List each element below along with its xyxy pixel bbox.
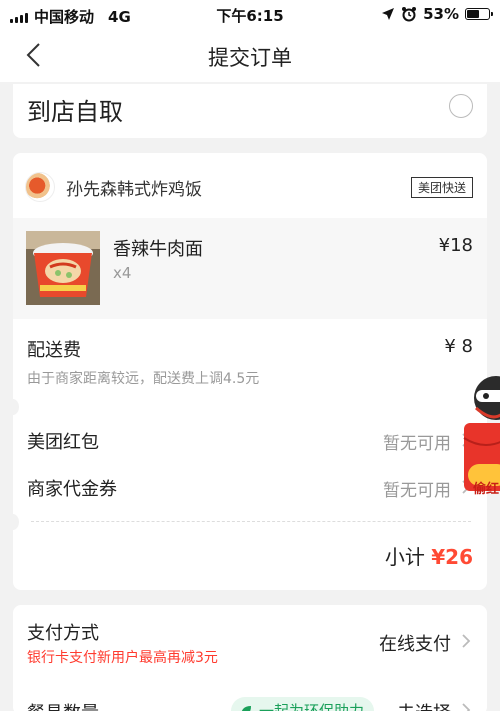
item-price: ¥18 bbox=[438, 235, 473, 256]
status-right: 53% bbox=[381, 5, 493, 23]
chevron-right-icon bbox=[462, 703, 471, 711]
battery-percent: 53% bbox=[423, 5, 459, 23]
subtotal-label: 小计 bbox=[384, 545, 425, 569]
payment-label: 支付方式 bbox=[27, 623, 99, 644]
item-quantity: x4 bbox=[113, 264, 132, 282]
item-image bbox=[26, 231, 100, 305]
noodle-cup-icon bbox=[26, 231, 100, 305]
subtotal: 小计 ¥26 bbox=[385, 541, 473, 570]
eco-badge-label: 一起为环保助力 bbox=[259, 702, 365, 711]
red-envelope-mascot[interactable]: 偷红 bbox=[462, 368, 500, 498]
voucher-value: 暂无可用 bbox=[383, 481, 451, 501]
order-card: 孙先森韩式炸鸡饭 美团快送 香辣牛肉面 x4 ¥18 配送费 ¥ 8 由于商家距… bbox=[7, 153, 487, 590]
pickup-label: 到店自取 bbox=[27, 98, 123, 126]
voucher-label: 商家代金券 bbox=[27, 479, 117, 500]
pickup-option[interactable]: 到店自取 bbox=[13, 84, 487, 138]
mascot-label: 偷红 bbox=[473, 482, 500, 497]
card-notch-left bbox=[7, 514, 19, 530]
eco-badge: 一起为环保助力 bbox=[231, 697, 375, 711]
shop-row[interactable]: 孙先森韩式炸鸡饭 美团快送 bbox=[13, 169, 487, 203]
delivery-fee-value: ¥ 8 bbox=[444, 336, 473, 357]
chevron-right-icon bbox=[462, 634, 471, 648]
shop-name: 孙先森韩式炸鸡饭 bbox=[66, 180, 202, 200]
battery-icon bbox=[465, 8, 493, 20]
payment-card: 支付方式 银行卡支付新用户最高再减3元 在线支付 餐具数量 一起为环保助力 未选… bbox=[13, 605, 487, 711]
shop-avatar bbox=[25, 172, 55, 202]
page-title: 提交订单 bbox=[208, 46, 292, 70]
payment-value: 在线支付 bbox=[379, 634, 451, 655]
leaf-icon bbox=[241, 706, 251, 711]
pickup-radio[interactable] bbox=[449, 94, 473, 118]
card-notch-left bbox=[7, 399, 19, 415]
delivery-fee-note: 由于商家距离较远，配送费上调4.5元 bbox=[27, 371, 260, 387]
subtotal-amount: ¥26 bbox=[431, 545, 473, 569]
item-name: 香辣牛肉面 bbox=[113, 239, 203, 260]
delivery-badge: 美团快送 bbox=[410, 177, 473, 198]
tableware-label: 餐具数量 bbox=[27, 699, 99, 711]
battery-level bbox=[467, 10, 480, 18]
tableware-value: 未选择 bbox=[397, 699, 451, 711]
red-packet-label: 美团红包 bbox=[27, 432, 99, 453]
alarm-icon bbox=[402, 7, 417, 22]
nav-bar: 提交订单 bbox=[0, 30, 500, 82]
status-bar: 中国移动 4G 下午6:15 53% bbox=[0, 0, 500, 30]
order-item: 香辣牛肉面 x4 ¥18 bbox=[13, 218, 487, 319]
location-arrow-icon bbox=[382, 8, 395, 20]
red-packet-value: 暂无可用 bbox=[383, 434, 451, 454]
delivery-fee-label: 配送费 bbox=[27, 340, 81, 361]
payment-promo: 银行卡支付新用户最高再减3元 bbox=[27, 650, 218, 666]
dashed-divider bbox=[31, 521, 471, 522]
